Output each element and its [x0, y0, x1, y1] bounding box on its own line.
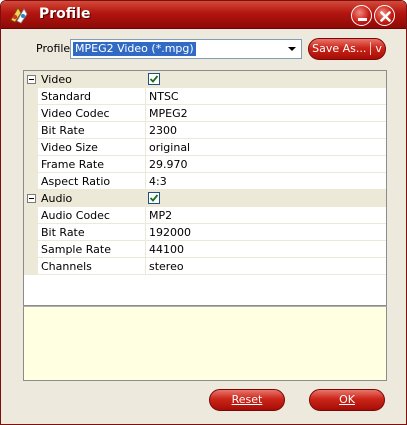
audio-enabled-checkbox[interactable] [148, 192, 160, 204]
property-value[interactable]: 2300 [149, 124, 177, 137]
reset-button[interactable]: Reset [209, 389, 285, 411]
video-enabled-checkbox[interactable] [148, 73, 160, 85]
profile-label: Profile: [36, 42, 74, 55]
row-gutter [24, 224, 38, 241]
profile-selected-value: MPEG2 Video (*.mpg) [73, 42, 196, 56]
property-value[interactable]: MP2 [149, 209, 172, 222]
property-value[interactable]: original [149, 141, 190, 154]
title-bar[interactable]: Profile [1, 1, 406, 29]
save-as-dropdown-arrow[interactable]: v [375, 42, 382, 55]
property-value[interactable]: stereo [149, 260, 184, 273]
property-name: Standard [41, 90, 92, 103]
property-row[interactable]: Sample Rate 44100 [24, 241, 386, 258]
category-audio[interactable]: Audio [24, 190, 386, 207]
category-label: Audio [41, 192, 73, 205]
property-row[interactable]: Channels stereo [24, 258, 386, 275]
property-value[interactable]: 192000 [149, 226, 191, 239]
property-name: Bit Rate [41, 226, 85, 239]
property-row[interactable]: Aspect Ratio 4:3 [24, 173, 386, 190]
property-name: Video Size [41, 141, 98, 154]
property-name: Aspect Ratio [41, 175, 111, 188]
save-as-button[interactable]: Save As... v [308, 38, 386, 60]
chevron-down-icon[interactable] [284, 41, 300, 57]
property-row[interactable]: Standard NTSC [24, 88, 386, 105]
property-name: Bit Rate [41, 124, 85, 137]
close-icon [380, 11, 391, 22]
row-gutter [24, 156, 38, 173]
property-row[interactable]: Bit Rate 192000 [24, 224, 386, 241]
row-gutter [24, 88, 38, 105]
property-value[interactable]: 44100 [149, 243, 184, 256]
row-gutter [24, 173, 38, 190]
property-name: Frame Rate [41, 158, 104, 171]
close-button[interactable] [374, 5, 395, 26]
checkmark-icon [149, 194, 159, 202]
column-divider [145, 122, 146, 139]
column-divider [145, 258, 146, 275]
ok-button-label: OK [339, 393, 355, 406]
property-grid: Video Standard NTSC Video Codec MPEG2 Bi… [23, 70, 387, 306]
column-divider [145, 241, 146, 258]
property-row[interactable]: Bit Rate 2300 [24, 122, 386, 139]
minimize-icon [358, 18, 367, 21]
property-row[interactable]: Video Codec MPEG2 [24, 105, 386, 122]
category-video[interactable]: Video [24, 71, 386, 88]
profile-app-icon [9, 5, 29, 25]
reset-button-label: Reset [231, 393, 263, 406]
description-pane [23, 306, 387, 381]
row-gutter [24, 122, 38, 139]
row-gutter [24, 139, 38, 156]
window-title: Profile [39, 6, 91, 22]
property-value[interactable]: NTSC [149, 90, 179, 103]
property-row[interactable]: Video Size original [24, 139, 386, 156]
column-divider [145, 105, 146, 122]
column-divider [145, 156, 146, 173]
column-divider [145, 139, 146, 156]
row-gutter [24, 207, 38, 224]
collapse-icon[interactable] [27, 194, 36, 203]
property-value[interactable]: 4:3 [149, 175, 167, 188]
column-divider [145, 88, 146, 105]
property-value[interactable]: MPEG2 [149, 107, 188, 120]
property-name: Channels [41, 260, 92, 273]
row-gutter [24, 258, 38, 275]
row-gutter [24, 105, 38, 122]
property-name: Audio Codec [41, 209, 110, 222]
save-as-label: Save As... [312, 42, 367, 55]
property-name: Video Codec [41, 107, 110, 120]
property-row[interactable]: Audio Codec MP2 [24, 207, 386, 224]
ok-button[interactable]: OK [309, 389, 385, 411]
row-gutter [24, 241, 38, 258]
minimize-button[interactable] [351, 5, 372, 26]
property-name: Sample Rate [41, 243, 111, 256]
save-as-separator [370, 41, 372, 55]
column-divider [145, 207, 146, 224]
column-divider [145, 173, 146, 190]
profile-window: Profile Profile: MPEG2 Video (*.mpg) Sav… [0, 0, 407, 425]
profile-dropdown[interactable]: MPEG2 Video (*.mpg) [70, 39, 302, 59]
category-label: Video [41, 73, 72, 86]
checkmark-icon [149, 75, 159, 83]
property-value[interactable]: 29.970 [149, 158, 188, 171]
collapse-icon[interactable] [27, 75, 36, 84]
property-row[interactable]: Frame Rate 29.970 [24, 156, 386, 173]
column-divider [145, 224, 146, 241]
